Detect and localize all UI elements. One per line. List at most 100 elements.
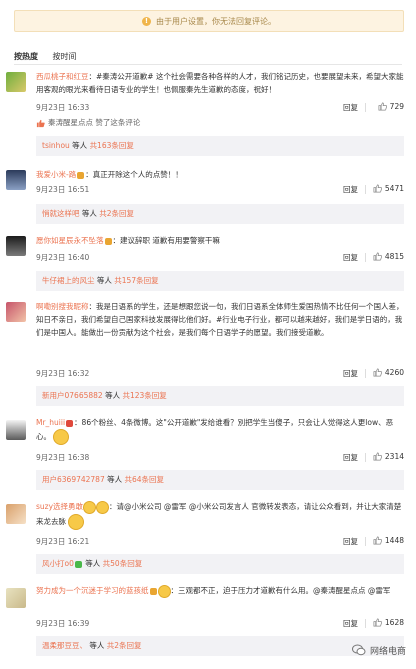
reply-button[interactable]: 回复 [343, 368, 358, 379]
comment-time: 9月23日 16:33 [36, 103, 90, 112]
like-count: 4260 [384, 368, 404, 377]
comment-meta: 9月23日 16:39 回复 1628 [36, 618, 406, 630]
like-button[interactable]: 2314 [373, 452, 404, 461]
like-count: 2314 [384, 452, 404, 461]
reply-button[interactable]: 回复 [343, 536, 358, 547]
sort-tabs: 按热度 按时间 [14, 51, 89, 62]
reply-disabled-notice: ! 由于用户设置，你无法回复评论。 [14, 10, 404, 32]
comment-text: 啊嘞别搜我昵称：我是日语系的学生，还是想跟您说一句，我们日语系全体师生爱国热情不… [36, 300, 406, 339]
comment-time: 9月23日 16:40 [36, 253, 90, 262]
reply-summary[interactable]: 新用户07665882 等人 共123条回复 [36, 386, 404, 406]
like-count: 5471 [384, 184, 404, 193]
comment-time: 9月23日 16:51 [36, 185, 90, 194]
emoji-icon [96, 500, 110, 514]
divider [365, 369, 366, 378]
comment-text: 我爱小米-路 ：真正开除这个人的点赞！！ [36, 168, 406, 181]
like-count: 1628 [384, 618, 404, 627]
reply-summary[interactable]: 悄就这样吧 等人 共2条回复 [36, 204, 404, 224]
thumbs-up-icon [373, 618, 382, 627]
avatar[interactable] [6, 170, 26, 190]
comment-user[interactable]: 愿你如星辰永不坠落 [36, 236, 104, 245]
vip-badge-icon [77, 171, 85, 179]
smile-emoji-icon [68, 513, 85, 530]
comment-user[interactable]: 啊嘞别搜我昵称 [36, 302, 89, 311]
reply-button[interactable]: 回复 [343, 102, 358, 113]
avatar[interactable] [6, 302, 26, 322]
comment-user[interactable]: 我爱小米-路 [36, 170, 76, 179]
comment-body: ：我是日语系的学生，还是想跟您说一句，我们日语系全体师生爱国热情不比任何一个国人… [36, 302, 404, 337]
emoji-icon [157, 584, 171, 598]
reply-user[interactable]: 风小打ο0 [42, 559, 74, 568]
reply-user[interactable]: 温柔那豆豆、 [42, 641, 87, 650]
divider [14, 64, 402, 65]
reply-button[interactable]: 回复 [343, 252, 358, 263]
thumbs-up-icon [373, 184, 382, 193]
reply-user[interactable]: 用户6369742787 [42, 475, 105, 484]
comment-time: 9月23日 16:21 [36, 537, 90, 546]
comment-meta: 9月23日 16:21 回复 1448 [36, 536, 406, 548]
thumbs-up-icon [373, 368, 382, 377]
reply-user[interactable]: tsinhou [42, 141, 70, 150]
avatar[interactable] [6, 420, 26, 440]
view-replies-link[interactable]: 共64条回复 [125, 475, 165, 484]
divider [365, 185, 366, 194]
like-button[interactable]: 5471 [373, 184, 404, 193]
comment-text: 努力成为一个沉迷于学习的蓝孩纸 ：三观都不正，迫于压力才道歉有什么用。@秦涛醒星点… [36, 584, 406, 598]
avatar[interactable] [6, 72, 26, 92]
reply-summary[interactable]: 用户6369742787 等人 共64条回复 [36, 470, 404, 490]
like-button[interactable]: 1628 [373, 618, 404, 627]
comment-meta: 9月23日 16:40 回复 4815 [36, 252, 406, 264]
reply-button[interactable]: 回复 [343, 452, 358, 463]
divider [365, 103, 366, 112]
like-button[interactable]: 1448 [373, 536, 404, 545]
avatar[interactable] [6, 236, 26, 256]
like-button[interactable]: 4815 [373, 252, 404, 261]
wechat-logo-icon [351, 644, 366, 656]
thumbs-up-icon [373, 536, 382, 545]
comment-text: 愿你如星辰永不坠落 ：建议辞职 道歉有用要警察干嘛 [36, 234, 406, 247]
comment-user[interactable]: Mr_huiii [36, 418, 65, 427]
thumbs-up-icon [373, 452, 382, 461]
smile-emoji-icon [53, 429, 70, 445]
like-count: 729 [389, 102, 404, 111]
comment-user[interactable]: 努力成为一个沉迷于学习的蓝孩纸 [36, 586, 149, 595]
view-replies-link[interactable]: 共123条回复 [122, 391, 166, 400]
comment-body: ：86个粉丝、4条微博。这"公开道歉"发给谁看？別把学生当傻子，只会让人觉得这人… [36, 418, 394, 441]
reply-button[interactable]: 回复 [343, 184, 358, 195]
vip-badge-icon [149, 587, 157, 595]
avatar[interactable] [6, 504, 26, 524]
like-count: 4815 [384, 252, 404, 261]
divider [365, 453, 366, 462]
reply-button[interactable]: 回复 [343, 618, 358, 629]
view-replies-link[interactable]: 共2条回复 [99, 209, 134, 218]
reply-user[interactable]: 悄就这样吧 [42, 209, 80, 218]
reply-summary[interactable]: 风小打ο0 等人 共50条回复 [36, 554, 404, 574]
view-replies-link[interactable]: 共2条回复 [107, 641, 142, 650]
reply-summary[interactable]: 牛仔裙上的风尘 等人 共157条回复 [36, 271, 404, 291]
avatar[interactable] [6, 588, 26, 608]
reply-user[interactable]: 牛仔裙上的风尘 [42, 276, 95, 285]
comment-meta: 9月23日 16:33 回复 729 [36, 102, 406, 114]
notice-text: 由于用户设置，你无法回复评论。 [156, 16, 276, 26]
comment-body: ：#秦涛公开道歉# 这个社会需要各种各样的人才，我们铭记历史，也要展望未来，希望… [36, 72, 404, 94]
comment-meta: 9月23日 16:38 回复 2314 [36, 452, 406, 464]
sort-by-hot-tab[interactable]: 按热度 [14, 52, 38, 61]
thumbs-up-icon [373, 252, 382, 261]
sort-by-time-tab[interactable]: 按时间 [53, 52, 77, 61]
reply-summary[interactable]: 温柔那豆豆、 等人 共2条回复 [36, 636, 404, 656]
like-button[interactable]: 729 [378, 102, 404, 111]
comment-time: 9月23日 16:39 [36, 619, 90, 628]
comment-text: 西瓜桃子和红豆：#秦涛公开道歉# 这个社会需要各种各样的人才，我们铭记历史，也要… [36, 70, 406, 96]
like-count: 1448 [384, 536, 404, 545]
info-icon: ! [142, 16, 151, 26]
reply-user[interactable]: 新用户07665882 [42, 391, 103, 400]
view-replies-link[interactable]: 共50条回复 [103, 559, 143, 568]
divider [365, 253, 366, 262]
like-button[interactable]: 4260 [373, 368, 404, 377]
comment-user[interactable]: 西瓜桃子和红豆 [36, 72, 89, 81]
reply-summary[interactable]: tsinhou 等人 共163条回复 [36, 136, 404, 156]
liked-by-note: 秦涛醒星点点 赞了这条评论 [36, 116, 406, 129]
view-replies-link[interactable]: 共163条回复 [90, 141, 134, 150]
view-replies-link[interactable]: 共157条回复 [114, 276, 158, 285]
comment-user[interactable]: suzy选择勇敢 [36, 502, 83, 511]
